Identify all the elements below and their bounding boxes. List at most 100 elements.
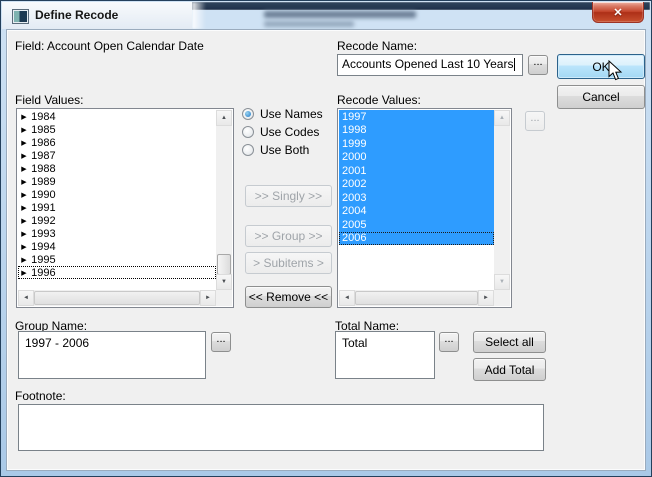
radio-use-both[interactable]: Use Both xyxy=(242,143,309,157)
scroll-right-icon[interactable]: ► xyxy=(478,290,494,306)
list-item[interactable]: 2005 xyxy=(339,218,494,232)
ok-button[interactable]: OK xyxy=(557,54,645,79)
subitems-button[interactable]: > Subitems > xyxy=(245,252,332,274)
recode-values-vscrollbar[interactable]: ▲ ▼ xyxy=(494,110,510,290)
scrollbar-corner xyxy=(216,290,232,306)
list-item-label: 2000 xyxy=(342,151,366,163)
item-arrow-icon: ▶ xyxy=(21,113,27,120)
list-item-label: 1984 xyxy=(31,111,55,123)
recode-values-hscrollbar[interactable]: ◄ ► xyxy=(339,290,494,306)
radio-use-codes[interactable]: Use Codes xyxy=(242,125,319,139)
title-bar[interactable]: Define Recode ✕ xyxy=(2,2,650,29)
add-total-button[interactable]: Add Total xyxy=(473,358,546,381)
list-item[interactable]: ▶1988 xyxy=(18,162,216,175)
list-item[interactable]: 2000 xyxy=(339,151,494,165)
item-arrow-icon: ▶ xyxy=(21,230,27,237)
item-arrow-icon: ▶ xyxy=(21,191,27,198)
field-values-hscrollbar[interactable]: ◄ ► xyxy=(18,290,216,306)
group-name-browse-button[interactable]: ... xyxy=(211,332,231,352)
footnote-input[interactable] xyxy=(18,404,544,451)
list-item[interactable]: ▶1991 xyxy=(18,201,216,214)
list-item[interactable]: 1999 xyxy=(339,137,494,151)
scroll-right-icon[interactable]: ► xyxy=(200,290,216,306)
field-values-vscrollbar[interactable]: ▲ ▼ xyxy=(216,110,232,290)
scrollbar-thumb[interactable] xyxy=(34,291,200,305)
total-name-browse-button[interactable]: ... xyxy=(439,332,459,352)
list-item-label: 1987 xyxy=(31,150,55,162)
list-item-label: 1996 xyxy=(31,267,55,279)
list-item[interactable]: 2004 xyxy=(339,205,494,219)
recode-values-items: 19971998 19992000 200120022003200420052006 xyxy=(339,110,494,290)
scroll-down-icon[interactable]: ▼ xyxy=(216,274,232,290)
group-button[interactable]: >> Group >> xyxy=(245,225,332,247)
item-arrow-icon: ▶ xyxy=(21,243,27,250)
scroll-left-icon[interactable]: ◄ xyxy=(339,290,355,306)
radio-button-icon[interactable] xyxy=(242,144,254,156)
recode-name-browse-button[interactable]: ... xyxy=(528,55,548,75)
group-name-input[interactable]: 1997 - 2006 xyxy=(18,331,206,379)
recode-name-value: Accounts Opened Last 10 Years xyxy=(342,57,513,71)
list-item-label: 1997 xyxy=(342,111,366,123)
list-item-label: 2001 xyxy=(342,165,366,177)
list-item[interactable]: 2001 xyxy=(339,164,494,178)
list-item[interactable]: ▶1995 xyxy=(18,253,216,266)
list-item-label: 1994 xyxy=(31,241,55,253)
list-item[interactable]: 2002 xyxy=(339,178,494,192)
list-item[interactable]: ▶1987 xyxy=(18,149,216,162)
scrollbar-thumb[interactable] xyxy=(217,254,231,275)
item-arrow-icon: ▶ xyxy=(21,269,27,276)
recode-values-browse-button[interactable]: ... xyxy=(525,111,545,131)
scrollbar-corner xyxy=(494,290,510,306)
list-item[interactable]: 1997 xyxy=(339,110,494,124)
list-item[interactable]: ▶1992 xyxy=(18,214,216,227)
list-item-label: 2006 xyxy=(342,232,366,244)
list-item-label: 1999 xyxy=(342,138,366,150)
radio-button-icon[interactable] xyxy=(242,126,254,138)
item-arrow-icon: ▶ xyxy=(21,178,27,185)
background-window-edge xyxy=(192,2,206,29)
item-arrow-icon: ▶ xyxy=(21,204,27,211)
close-button[interactable]: ✕ xyxy=(592,2,644,23)
scroll-down-icon[interactable]: ▼ xyxy=(494,274,510,290)
list-item-label: 1986 xyxy=(31,137,55,149)
radio-button-icon[interactable] xyxy=(242,108,254,120)
scroll-up-icon[interactable]: ▲ xyxy=(494,110,510,126)
total-name-input[interactable]: Total xyxy=(335,331,435,379)
scroll-left-icon[interactable]: ◄ xyxy=(18,290,34,306)
recode-name-input[interactable]: Accounts Opened Last 10 Years xyxy=(337,54,523,76)
scrollbar-thumb[interactable] xyxy=(355,291,478,305)
list-item[interactable]: ▶ 1996 xyxy=(18,266,216,279)
footnote-label: Footnote: xyxy=(15,389,66,403)
list-item[interactable]: 2003 xyxy=(339,191,494,205)
radio-label: Use Codes xyxy=(260,125,319,139)
list-item[interactable]: ▶1989 xyxy=(18,175,216,188)
list-item[interactable]: ▶ 1984 xyxy=(18,110,216,123)
cancel-button[interactable]: Cancel xyxy=(557,85,645,109)
item-arrow-icon: ▶ xyxy=(21,217,27,224)
singly-button[interactable]: >> Singly >> xyxy=(245,185,332,207)
scroll-up-icon[interactable]: ▲ xyxy=(216,110,232,126)
list-item[interactable]: 2006 xyxy=(339,232,494,246)
list-item[interactable]: ▶ 1990 xyxy=(18,188,216,201)
select-all-button[interactable]: Select all xyxy=(473,331,546,353)
list-item-label: 1990 xyxy=(31,189,55,201)
total-name-value: Total xyxy=(342,336,367,350)
background-window xyxy=(192,2,650,29)
define-recode-dialog: Define Recode ✕ Field: Account Open Cale… xyxy=(0,0,652,477)
field-info-label: Field: Account Open Calendar Date xyxy=(15,39,204,53)
list-item[interactable]: 1998 xyxy=(339,124,494,138)
radio-use-names[interactable]: Use Names xyxy=(242,107,323,121)
item-arrow-icon: ▶ xyxy=(21,165,27,172)
background-blurred-text xyxy=(264,21,354,27)
list-item-label: 2004 xyxy=(342,205,366,217)
list-item[interactable]: ▶ 1994 xyxy=(18,240,216,253)
field-values-list[interactable]: ▶1984▶1985▶1986▶1987▶1988▶1989▶1990▶1991… xyxy=(16,108,234,308)
remove-button[interactable]: << Remove << xyxy=(245,286,332,308)
recode-values-list[interactable]: 19971998 19992000 200120022003200420052006… xyxy=(337,108,512,308)
list-item[interactable]: ▶1985 xyxy=(18,123,216,136)
radio-label: Use Both xyxy=(260,143,309,157)
background-window-titlebar xyxy=(192,2,650,10)
list-item[interactable]: ▶1986 xyxy=(18,136,216,149)
list-item-label: 1998 xyxy=(342,124,366,136)
list-item[interactable]: ▶1993 xyxy=(18,227,216,240)
